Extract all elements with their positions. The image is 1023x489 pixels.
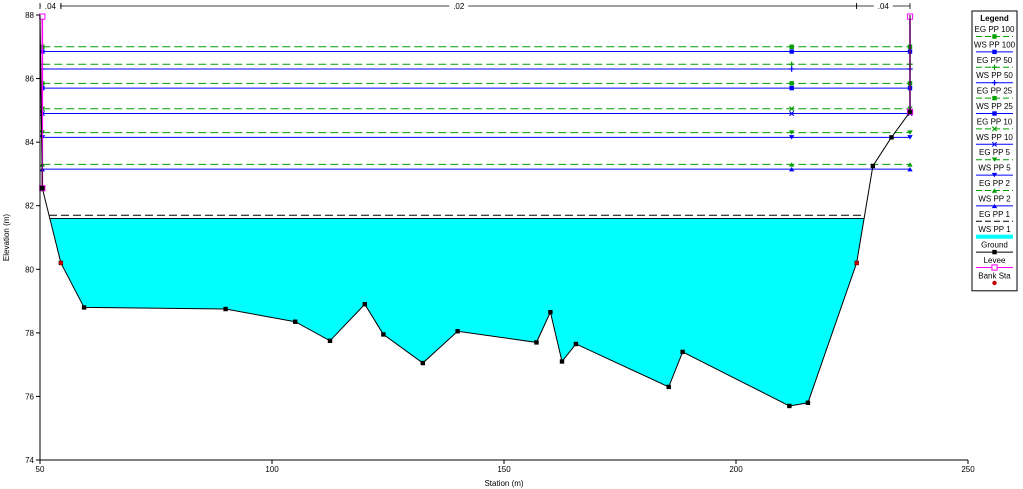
legend-label-eg-pp-100: EG PP 100 [975, 25, 1015, 34]
ground-point [573, 341, 579, 347]
cross-section-plot: Station (m) Elevation (m) .04 .02 .04 50 100… [2, 1, 1018, 488]
legend-marker-levee [991, 264, 998, 271]
legend-label-eg-pp-50: EG PP 50 [977, 56, 1013, 65]
ws-pp-25-marker [789, 85, 794, 91]
y-tick-label: 82 [25, 202, 34, 211]
x-tick-label: 50 [36, 465, 45, 474]
legend-marker-ws-pp-100 [992, 49, 997, 55]
x-tick-label: 250 [961, 465, 975, 474]
water-surface-fill-ws-pp-1 [49, 218, 865, 406]
legend-marker-eg-pp-25 [992, 95, 997, 101]
bank-station-marker [854, 260, 859, 266]
ground-point [680, 349, 685, 355]
ground-point [40, 186, 45, 191]
legend-swatch-ws-pp-1 [976, 234, 1013, 239]
bank-station-marker [58, 260, 64, 266]
legend-marker-eg-pp-100 [992, 34, 997, 39]
x-tick-label: 150 [497, 465, 511, 474]
eg-pp-50-marker [788, 61, 795, 67]
ground-point [534, 340, 539, 345]
ground-point [381, 332, 386, 337]
cross-section-chart: Station (m) Elevation (m) .04 .02 .04 50 100… [0, 0, 1023, 489]
legend-label-ws-pp-100: WS PP 100 [974, 40, 1016, 49]
ground-point [327, 338, 333, 344]
y-axis-title: Elevation (m) [2, 214, 11, 261]
legend-marker-ground [992, 249, 997, 255]
ws-pp-50-marker [788, 66, 795, 72]
mannings-n-label: .04 [45, 2, 57, 11]
ground-point [223, 306, 228, 312]
y-tick-label: 74 [25, 456, 34, 465]
legend-label-ws-pp-1: WS PP 1 [978, 225, 1011, 234]
ground-point [805, 400, 811, 405]
ground-point [548, 309, 553, 315]
y-tick-label: 86 [25, 75, 34, 84]
legend-label-eg-pp-1: EG PP 1 [979, 210, 1011, 219]
ground-point [362, 302, 367, 307]
y-tick-label: 78 [25, 329, 34, 338]
legend-title: Legend [980, 14, 1009, 23]
mannings-n-label: .02 [453, 2, 465, 11]
legend-label-eg-pp-5: EG PP 5 [979, 148, 1011, 157]
legend-label-bank-sta: Bank Sta [978, 271, 1011, 280]
plot-area [39, 13, 914, 409]
y-tick-label: 76 [25, 392, 34, 401]
ground-point [293, 319, 298, 324]
legend-label-ground: Ground [981, 241, 1008, 250]
legend-label-eg-pp-2: EG PP 2 [979, 179, 1011, 188]
eg-pp-100-marker [789, 44, 794, 49]
x-tick-label: 200 [729, 465, 743, 474]
ground-point [420, 360, 425, 366]
ground-point [81, 305, 87, 310]
ws-pp-100-marker [789, 49, 794, 54]
legend-marker-ws-pp-25 [992, 111, 997, 116]
ground-point [455, 329, 460, 334]
legend-label-levee: Levee [984, 256, 1006, 265]
ground-point [787, 403, 792, 409]
legend-label-ws-pp-2: WS PP 2 [978, 194, 1011, 203]
mannings-n-label: .04 [878, 2, 890, 11]
ground-point [907, 109, 913, 115]
ground-point [889, 135, 894, 140]
y-tick-label: 84 [25, 138, 34, 147]
legend-label-ws-pp-5: WS PP 5 [978, 164, 1011, 173]
legend-label-eg-pp-10: EG PP 10 [977, 117, 1013, 126]
legend-label-eg-pp-25: EG PP 25 [977, 87, 1013, 96]
ground-point [559, 359, 565, 364]
x-tick-label: 100 [265, 465, 279, 474]
legend-label-ws-pp-10: WS PP 10 [976, 133, 1013, 142]
ground-point [666, 384, 671, 390]
legend-marker-bank-sta [992, 280, 997, 286]
legend-label-ws-pp-50: WS PP 50 [976, 71, 1013, 80]
y-tick-label: 80 [25, 265, 34, 274]
legend: Legend EG PP 100 WS PP 100 EG PP 50 WS PP 5… [971, 10, 1018, 292]
legend-label-ws-pp-25: WS PP 25 [976, 102, 1013, 111]
y-tick-label: 88 [25, 11, 34, 20]
ground-point [870, 163, 876, 169]
eg-pp-25-marker [789, 81, 794, 86]
x-axis-title: Station (m) [484, 479, 523, 488]
